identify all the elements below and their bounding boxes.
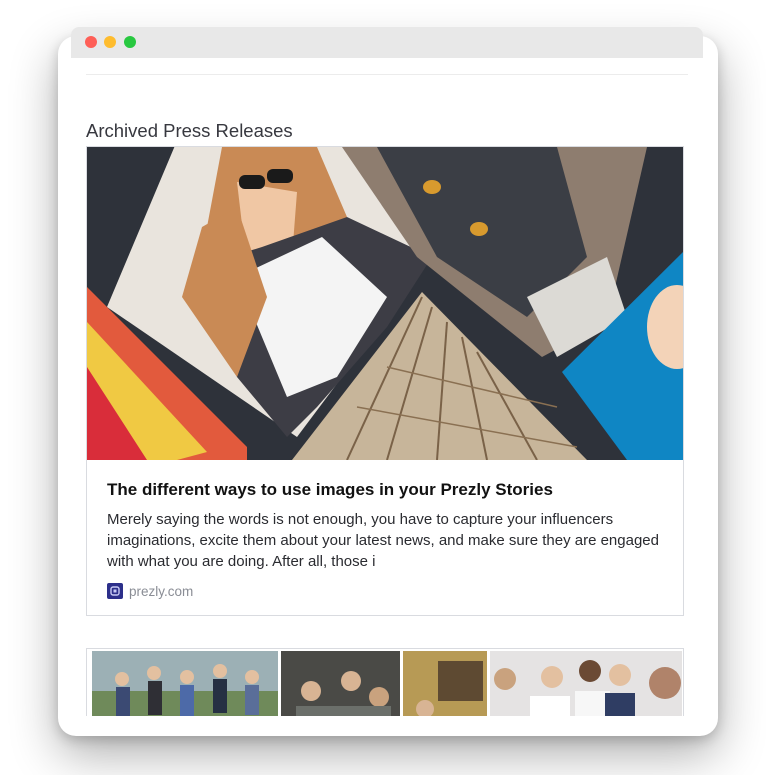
top-divider: [86, 74, 688, 75]
story-title[interactable]: The different ways to use images in your…: [107, 480, 553, 500]
source-domain: prezly.com: [129, 583, 194, 599]
team-photo-collage[interactable]: [92, 651, 682, 716]
minimize-window-button[interactable]: [104, 36, 116, 48]
zoom-window-button[interactable]: [124, 36, 136, 48]
close-window-button[interactable]: [85, 36, 97, 48]
story-source[interactable]: prezly.com: [107, 583, 193, 599]
page-content: Archived Press Releases The different wa…: [71, 58, 703, 716]
title-bar: [71, 27, 703, 58]
story-excerpt: Merely saying the words is not enough, y…: [107, 511, 659, 570]
section-heading: Archived Press Releases: [86, 120, 293, 141]
next-story-card[interactable]: [86, 648, 684, 716]
story-card[interactable]: The different ways to use images in your…: [86, 146, 684, 616]
browser-window: Archived Press Releases The different wa…: [71, 27, 703, 716]
story-cover-image[interactable]: [87, 147, 683, 460]
prezly-logo-icon: [107, 583, 123, 599]
